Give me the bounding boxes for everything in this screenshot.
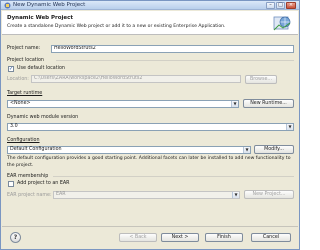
wizard-banner-icon: [273, 16, 291, 31]
ear-membership-group-label: EAR membership: [7, 174, 49, 179]
use-default-location-checkbox[interactable]: ✓: [8, 66, 14, 72]
dropdown-arrow-icon: ▼: [243, 147, 250, 153]
target-runtime-select[interactable]: <None> ▼: [7, 100, 239, 108]
configuration-select[interactable]: Default Configuration ▼: [7, 146, 251, 154]
target-runtime-label: Target runtime: [7, 91, 43, 96]
project-name-input[interactable]: HelloWordStruts2: [51, 45, 294, 53]
target-runtime-value: <None>: [10, 101, 31, 106]
configuration-value: Default Configuration: [10, 147, 62, 152]
help-icon[interactable]: ?: [10, 232, 21, 243]
finish-button[interactable]: Finish: [205, 233, 243, 242]
module-version-value: 3.0: [10, 124, 18, 129]
project-location-divider: [56, 60, 294, 61]
dialog-window: New Dynamic Web Project – □ × Dynamic We…: [0, 0, 300, 250]
configuration-label: Configuration: [7, 138, 40, 143]
module-version-select[interactable]: 3.0 ▼: [7, 123, 294, 131]
project-name-label: Project name:: [7, 46, 41, 51]
browse-button[interactable]: Browse...: [245, 75, 277, 84]
module-version-label: Dynamic web module version: [7, 115, 79, 120]
app-icon: [4, 2, 11, 9]
next-button[interactable]: Next >: [161, 233, 199, 242]
modify-button[interactable]: Modify...: [254, 145, 294, 154]
dropdown-arrow-icon: ▼: [232, 192, 239, 198]
dropdown-arrow-icon: ▼: [286, 124, 293, 130]
use-default-location-label: Use default location: [17, 66, 65, 71]
page-description: Create a standalone Dynamic Web project …: [7, 24, 226, 29]
ear-project-name-select[interactable]: EAR ▼: [53, 191, 240, 199]
cancel-button[interactable]: Cancel: [251, 233, 291, 242]
ear-project-name-value: EAR: [56, 192, 66, 197]
ear-project-name-label: EAR project name:: [7, 193, 52, 198]
window-title: New Dynamic Web Project: [13, 2, 86, 8]
close-button[interactable]: ×: [286, 2, 296, 9]
location-label: Location:: [7, 77, 29, 82]
add-to-ear-checkbox[interactable]: [8, 181, 14, 187]
new-project-button[interactable]: New Project...: [244, 190, 294, 199]
page-title: Dynamic Web Project: [7, 15, 74, 21]
checkmark-icon: ✓: [9, 66, 14, 72]
location-input[interactable]: C:\Users\ZARA\workspace2\HelloWordStruts…: [31, 75, 241, 83]
wizard-header: Dynamic Web Project Create a standalone …: [2, 11, 298, 35]
footer-divider: [2, 226, 298, 227]
minimize-button[interactable]: –: [266, 2, 275, 9]
back-button[interactable]: < Back: [119, 233, 157, 242]
dropdown-arrow-icon: ▼: [231, 101, 238, 107]
configuration-description: The default configuration provides a goo…: [7, 156, 291, 168]
ear-membership-divider: [53, 176, 294, 177]
maximize-button[interactable]: □: [276, 2, 285, 9]
title-bar[interactable]: New Dynamic Web Project – □ ×: [1, 1, 299, 10]
new-runtime-button[interactable]: New Runtime...: [243, 99, 294, 108]
project-location-group-label: Project location: [7, 58, 44, 63]
add-to-ear-label: Add project to an EAR: [17, 181, 70, 186]
